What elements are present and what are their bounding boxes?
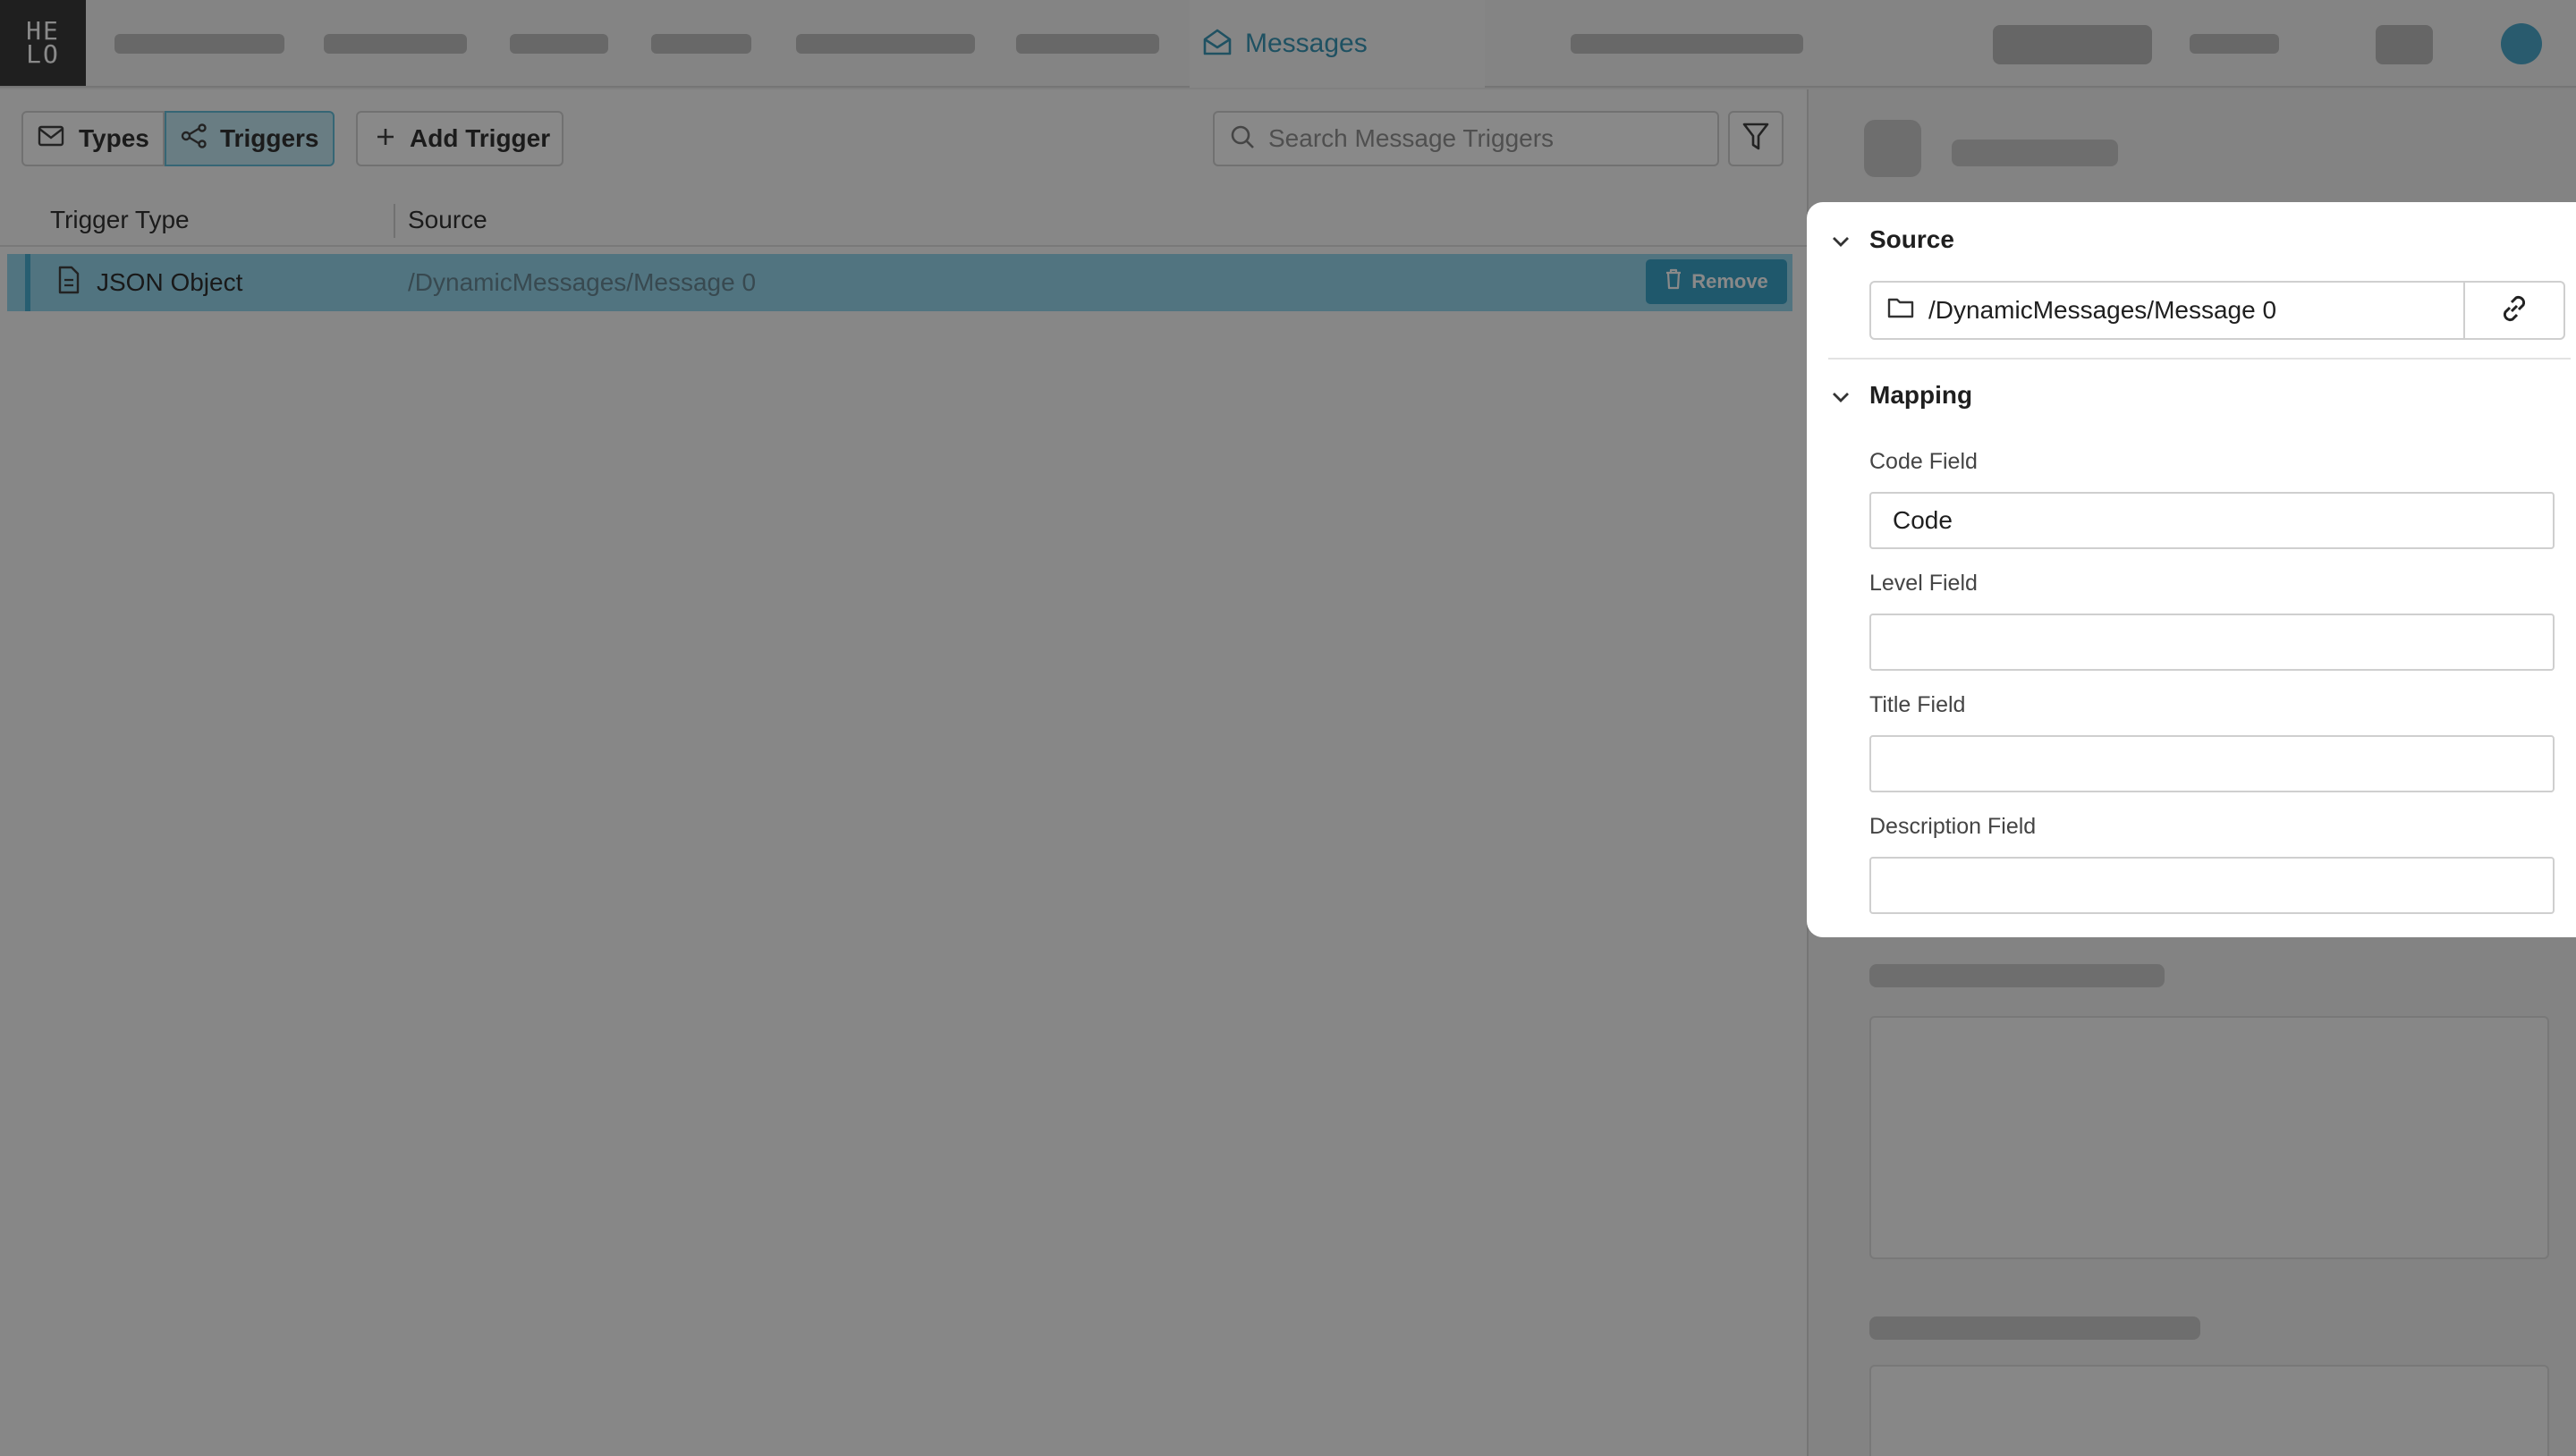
section-divider xyxy=(1828,358,2571,360)
source-path-text: /DynamicMessages/Message 0 xyxy=(1928,296,2277,324)
title-field-label: Title Field xyxy=(1869,692,1966,717)
link-icon xyxy=(2497,292,2531,330)
mapping-section-header[interactable]: Mapping xyxy=(1832,381,1972,410)
link-button[interactable] xyxy=(2463,283,2563,338)
title-field-input[interactable] xyxy=(1869,735,2555,792)
code-field-label: Code Field xyxy=(1869,449,1978,474)
mapping-section-title: Mapping xyxy=(1869,381,1973,409)
source-section-header[interactable]: Source xyxy=(1832,225,1954,254)
level-field-input[interactable] xyxy=(1869,614,2555,671)
source-section-title: Source xyxy=(1869,225,1954,253)
chevron-down-icon xyxy=(1832,225,1850,254)
source-path-value: /DynamicMessages/Message 0 xyxy=(1887,283,2276,338)
folder-icon xyxy=(1887,296,1914,326)
description-field-label: Description Field xyxy=(1869,814,2037,839)
source-path-field[interactable]: /DynamicMessages/Message 0 xyxy=(1869,281,2565,340)
code-field-input[interactable] xyxy=(1869,492,2555,549)
chevron-down-icon xyxy=(1832,381,1850,410)
description-field-input[interactable] xyxy=(1869,857,2555,914)
trigger-config-popover: Source /DynamicMessages/Message 0 Mappin… xyxy=(1807,202,2576,937)
level-field-label: Level Field xyxy=(1869,571,1978,596)
